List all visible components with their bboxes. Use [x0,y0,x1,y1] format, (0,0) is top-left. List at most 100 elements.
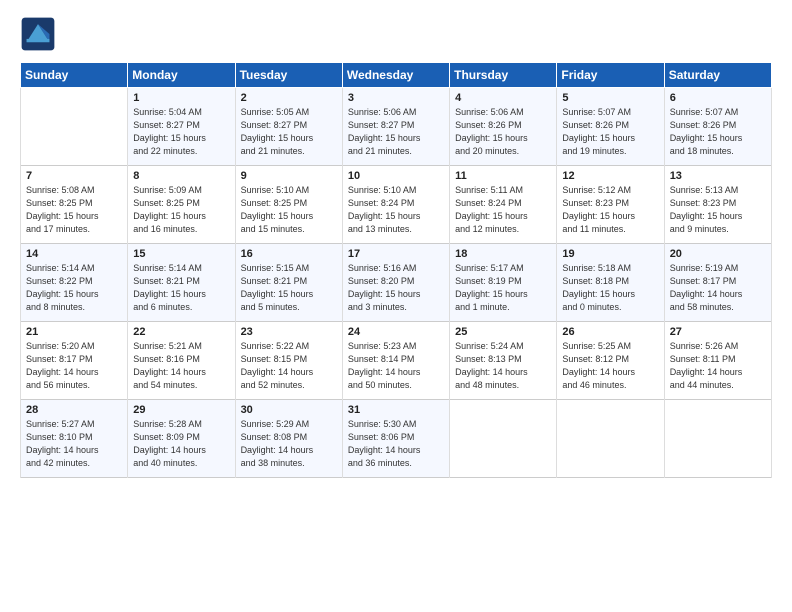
day-info: Sunrise: 5:21 AM Sunset: 8:16 PM Dayligh… [133,340,229,392]
day-info: Sunrise: 5:06 AM Sunset: 8:26 PM Dayligh… [455,106,551,158]
day-number: 22 [133,326,229,338]
day-info: Sunrise: 5:17 AM Sunset: 8:19 PM Dayligh… [455,262,551,314]
day-info: Sunrise: 5:15 AM Sunset: 8:21 PM Dayligh… [241,262,337,314]
day-info: Sunrise: 5:29 AM Sunset: 8:08 PM Dayligh… [241,418,337,470]
day-info: Sunrise: 5:18 AM Sunset: 8:18 PM Dayligh… [562,262,658,314]
day-number: 29 [133,404,229,416]
calendar-cell: 24 Sunrise: 5:23 AM Sunset: 8:14 PM Dayli… [342,322,449,400]
logo-icon [20,16,56,52]
calendar-cell: 6Sunrise: 5:07 AM Sunset: 8:26 PM Daylig… [664,88,771,166]
day-number: 6 [670,92,766,104]
calendar-cell: 22 Sunrise: 5:21 AM Sunset: 8:16 PM Dayli… [128,322,235,400]
day-info: Sunrise: 5:28 AM Sunset: 8:09 PM Dayligh… [133,418,229,470]
day-number: 4 [455,92,551,104]
day-number: 8 [133,170,229,182]
day-number: 5 [562,92,658,104]
calendar-cell: 21 Sunrise: 5:20 AM Sunset: 8:17 PM Dayli… [21,322,128,400]
day-number: 28 [26,404,122,416]
day-info: Sunrise: 5:12 AM Sunset: 8:23 PM Dayligh… [562,184,658,236]
day-number: 27 [670,326,766,338]
day-number: 13 [670,170,766,182]
day-number: 10 [348,170,444,182]
calendar-cell: 10 Sunrise: 5:10 AM Sunset: 8:24 PM Dayli… [342,166,449,244]
weekday-header: Friday [557,63,664,88]
calendar-table: SundayMondayTuesdayWednesdayThursdayFrid… [20,62,772,478]
day-info: Sunrise: 5:26 AM Sunset: 8:11 PM Dayligh… [670,340,766,392]
calendar-cell: 14 Sunrise: 5:14 AM Sunset: 8:22 PM Dayli… [21,244,128,322]
calendar-cell: 9 Sunrise: 5:10 AM Sunset: 8:25 PM Daylig… [235,166,342,244]
day-info: Sunrise: 5:25 AM Sunset: 8:12 PM Dayligh… [562,340,658,392]
weekday-header: Saturday [664,63,771,88]
day-number: 18 [455,248,551,260]
calendar-cell: 28 Sunrise: 5:27 AM Sunset: 8:10 PM Dayli… [21,400,128,478]
day-number: 17 [348,248,444,260]
calendar-cell [450,400,557,478]
calendar-cell: 29 Sunrise: 5:28 AM Sunset: 8:09 PM Dayli… [128,400,235,478]
day-info: Sunrise: 5:10 AM Sunset: 8:24 PM Dayligh… [348,184,444,236]
day-info: Sunrise: 5:23 AM Sunset: 8:14 PM Dayligh… [348,340,444,392]
day-number: 21 [26,326,122,338]
calendar-cell: 12 Sunrise: 5:12 AM Sunset: 8:23 PM Dayli… [557,166,664,244]
weekday-header: Tuesday [235,63,342,88]
day-number: 15 [133,248,229,260]
day-number: 26 [562,326,658,338]
day-info: Sunrise: 5:24 AM Sunset: 8:13 PM Dayligh… [455,340,551,392]
calendar-cell: 26 Sunrise: 5:25 AM Sunset: 8:12 PM Dayli… [557,322,664,400]
day-info: Sunrise: 5:06 AM Sunset: 8:27 PM Dayligh… [348,106,444,158]
calendar-cell [21,88,128,166]
calendar-cell: 5Sunrise: 5:07 AM Sunset: 8:26 PM Daylig… [557,88,664,166]
day-number: 2 [241,92,337,104]
day-info: Sunrise: 5:14 AM Sunset: 8:22 PM Dayligh… [26,262,122,314]
day-number: 24 [348,326,444,338]
day-info: Sunrise: 5:19 AM Sunset: 8:17 PM Dayligh… [670,262,766,314]
day-info: Sunrise: 5:08 AM Sunset: 8:25 PM Dayligh… [26,184,122,236]
day-info: Sunrise: 5:16 AM Sunset: 8:20 PM Dayligh… [348,262,444,314]
day-number: 9 [241,170,337,182]
day-info: Sunrise: 5:09 AM Sunset: 8:25 PM Dayligh… [133,184,229,236]
day-info: Sunrise: 5:27 AM Sunset: 8:10 PM Dayligh… [26,418,122,470]
calendar-week-row: 1 Sunrise: 5:04 AM Sunset: 8:27 PM Daylig… [21,88,772,166]
calendar-cell: 30 Sunrise: 5:29 AM Sunset: 8:08 PM Dayli… [235,400,342,478]
calendar-week-row: 28 Sunrise: 5:27 AM Sunset: 8:10 PM Dayli… [21,400,772,478]
calendar-week-row: 14 Sunrise: 5:14 AM Sunset: 8:22 PM Dayli… [21,244,772,322]
weekday-header-row: SundayMondayTuesdayWednesdayThursdayFrid… [21,63,772,88]
calendar-cell: 7 Sunrise: 5:08 AM Sunset: 8:25 PM Daylig… [21,166,128,244]
day-number: 20 [670,248,766,260]
day-info: Sunrise: 5:20 AM Sunset: 8:17 PM Dayligh… [26,340,122,392]
day-number: 19 [562,248,658,260]
day-info: Sunrise: 5:10 AM Sunset: 8:25 PM Dayligh… [241,184,337,236]
day-info: Sunrise: 5:14 AM Sunset: 8:21 PM Dayligh… [133,262,229,314]
day-number: 23 [241,326,337,338]
calendar-cell: 18 Sunrise: 5:17 AM Sunset: 8:19 PM Dayli… [450,244,557,322]
header [20,16,772,52]
calendar-cell: 16 Sunrise: 5:15 AM Sunset: 8:21 PM Dayli… [235,244,342,322]
calendar-cell: 20 Sunrise: 5:19 AM Sunset: 8:17 PM Dayli… [664,244,771,322]
calendar-cell: 4 Sunrise: 5:06 AM Sunset: 8:26 PM Daylig… [450,88,557,166]
weekday-header: Monday [128,63,235,88]
calendar-cell: 31Sunrise: 5:30 AM Sunset: 8:06 PM Dayli… [342,400,449,478]
day-number: 30 [241,404,337,416]
calendar-cell: 3 Sunrise: 5:06 AM Sunset: 8:27 PM Daylig… [342,88,449,166]
day-number: 12 [562,170,658,182]
logo [20,16,60,52]
day-number: 16 [241,248,337,260]
day-number: 7 [26,170,122,182]
calendar-cell [557,400,664,478]
weekday-header: Sunday [21,63,128,88]
weekday-header: Thursday [450,63,557,88]
day-number: 14 [26,248,122,260]
day-info: Sunrise: 5:04 AM Sunset: 8:27 PM Dayligh… [133,106,229,158]
day-info: Sunrise: 5:05 AM Sunset: 8:27 PM Dayligh… [241,106,337,158]
calendar-cell: 1 Sunrise: 5:04 AM Sunset: 8:27 PM Daylig… [128,88,235,166]
calendar-cell: 27 Sunrise: 5:26 AM Sunset: 8:11 PM Dayli… [664,322,771,400]
page: SundayMondayTuesdayWednesdayThursdayFrid… [0,0,792,488]
calendar-week-row: 21 Sunrise: 5:20 AM Sunset: 8:17 PM Dayli… [21,322,772,400]
calendar-cell [664,400,771,478]
calendar-cell: 2 Sunrise: 5:05 AM Sunset: 8:27 PM Daylig… [235,88,342,166]
calendar-cell: 23Sunrise: 5:22 AM Sunset: 8:15 PM Dayli… [235,322,342,400]
day-number: 3 [348,92,444,104]
day-number: 31 [348,404,444,416]
day-info: Sunrise: 5:13 AM Sunset: 8:23 PM Dayligh… [670,184,766,236]
day-number: 1 [133,92,229,104]
calendar-cell: 19 Sunrise: 5:18 AM Sunset: 8:18 PM Dayli… [557,244,664,322]
